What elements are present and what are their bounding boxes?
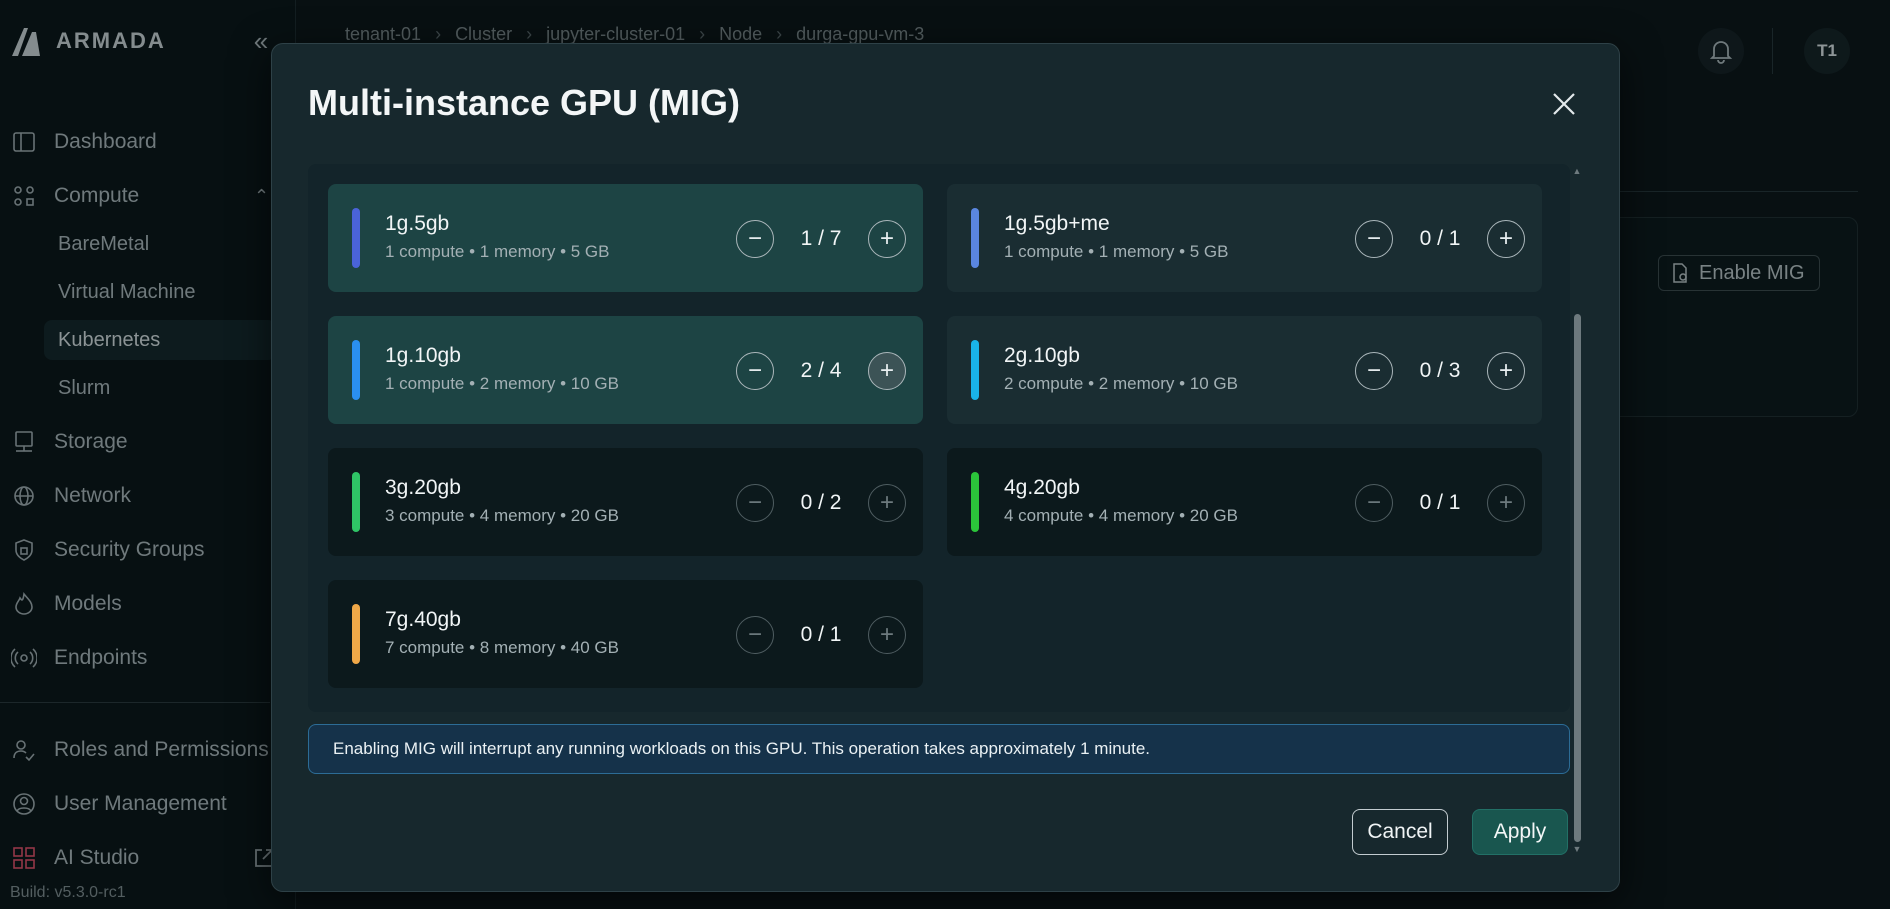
close-button[interactable]: [1544, 84, 1584, 124]
profile-name: 1g.10gb: [385, 344, 461, 367]
profile-description: 4 compute • 4 memory • 20 GB: [1004, 506, 1238, 525]
scrollbar-thumb[interactable]: [1574, 314, 1581, 842]
increment-button[interactable]: +: [868, 484, 906, 522]
mig-profile-list: 1g.5gb 1 compute • 1 memory • 5 GB − 1 /…: [308, 164, 1570, 712]
mig-profile-card-7g-40gb[interactable]: 7g.40gb 7 compute • 8 memory • 40 GB − 0…: [328, 580, 923, 688]
apply-button[interactable]: Apply: [1472, 809, 1568, 855]
profile-color-bar: [971, 208, 979, 268]
profile-count: 2 / 4: [800, 359, 842, 382]
profile-name: 3g.20gb: [385, 476, 461, 499]
mig-profile-card-4g-20gb[interactable]: 4g.20gb 4 compute • 4 memory • 20 GB − 0…: [947, 448, 1542, 556]
quantity-stepper: − 0 / 3 +: [1355, 352, 1525, 390]
close-icon: [1553, 93, 1575, 115]
mig-profile-card-1g-10gb[interactable]: 1g.10gb 1 compute • 2 memory • 10 GB − 2…: [328, 316, 923, 424]
quantity-stepper: − 2 / 4 +: [736, 352, 906, 390]
decrement-button[interactable]: −: [736, 220, 774, 258]
profile-name: 1g.5gb: [385, 212, 450, 235]
profile-name: 4g.20gb: [1004, 476, 1080, 499]
quantity-stepper: − 0 / 1 +: [736, 616, 906, 654]
mig-profile-card-1g-5gb-me[interactable]: 1g.5gb+me 1 compute • 1 memory • 5 GB − …: [947, 184, 1542, 292]
increment-button[interactable]: +: [1487, 484, 1525, 522]
profile-color-bar: [352, 208, 360, 268]
quantity-stepper: − 0 / 1 +: [1355, 484, 1525, 522]
decrement-button[interactable]: −: [1355, 484, 1393, 522]
scroll-down-arrow-icon[interactable]: ▼: [1571, 844, 1583, 854]
profile-color-bar: [352, 340, 360, 400]
scroll-up-arrow-icon[interactable]: ▲: [1571, 166, 1583, 176]
profile-description: 2 compute • 2 memory • 10 GB: [1004, 374, 1238, 393]
profile-description: 1 compute • 1 memory • 5 GB: [385, 242, 610, 261]
quantity-stepper: − 0 / 1 +: [1355, 220, 1525, 258]
cancel-button[interactable]: Cancel: [1352, 809, 1448, 855]
profile-count: 0 / 2: [800, 491, 842, 514]
profile-description: 3 compute • 4 memory • 20 GB: [385, 506, 619, 525]
profile-count: 0 / 1: [800, 623, 842, 646]
decrement-button[interactable]: −: [736, 616, 774, 654]
increment-button[interactable]: +: [1487, 220, 1525, 258]
profile-count: 0 / 1: [1419, 227, 1461, 250]
mig-dialog: Multi-instance GPU (MIG) 1g.5gb 1 comput…: [271, 43, 1620, 892]
warning-banner: Enabling MIG will interrupt any running …: [308, 724, 1570, 774]
dialog-title: Multi-instance GPU (MIG): [308, 82, 740, 123]
profile-description: 1 compute • 2 memory • 10 GB: [385, 374, 619, 393]
increment-button[interactable]: +: [868, 616, 906, 654]
profile-count: 0 / 1: [1419, 491, 1461, 514]
increment-button[interactable]: +: [868, 352, 906, 390]
profile-description: 7 compute • 8 memory • 40 GB: [385, 638, 619, 657]
profile-count: 0 / 3: [1419, 359, 1461, 382]
profile-description: 1 compute • 1 memory • 5 GB: [1004, 242, 1229, 261]
profile-color-bar: [971, 340, 979, 400]
mig-profile-card-3g-20gb[interactable]: 3g.20gb 3 compute • 4 memory • 20 GB − 0…: [328, 448, 923, 556]
decrement-button[interactable]: −: [1355, 220, 1393, 258]
decrement-button[interactable]: −: [736, 352, 774, 390]
decrement-button[interactable]: −: [1355, 352, 1393, 390]
mig-profile-card-1g-5gb[interactable]: 1g.5gb 1 compute • 1 memory • 5 GB − 1 /…: [328, 184, 923, 292]
profile-name: 1g.5gb+me: [1004, 212, 1110, 235]
profile-name: 7g.40gb: [385, 608, 461, 631]
profile-count: 1 / 7: [800, 227, 842, 250]
profile-name: 2g.10gb: [1004, 344, 1080, 367]
quantity-stepper: − 1 / 7 +: [736, 220, 906, 258]
profile-color-bar: [352, 604, 360, 664]
profile-color-bar: [352, 472, 360, 532]
decrement-button[interactable]: −: [736, 484, 774, 522]
quantity-stepper: − 0 / 2 +: [736, 484, 906, 522]
profile-color-bar: [971, 472, 979, 532]
mig-profile-card-2g-10gb[interactable]: 2g.10gb 2 compute • 2 memory • 10 GB − 0…: [947, 316, 1542, 424]
increment-button[interactable]: +: [1487, 352, 1525, 390]
increment-button[interactable]: +: [868, 220, 906, 258]
